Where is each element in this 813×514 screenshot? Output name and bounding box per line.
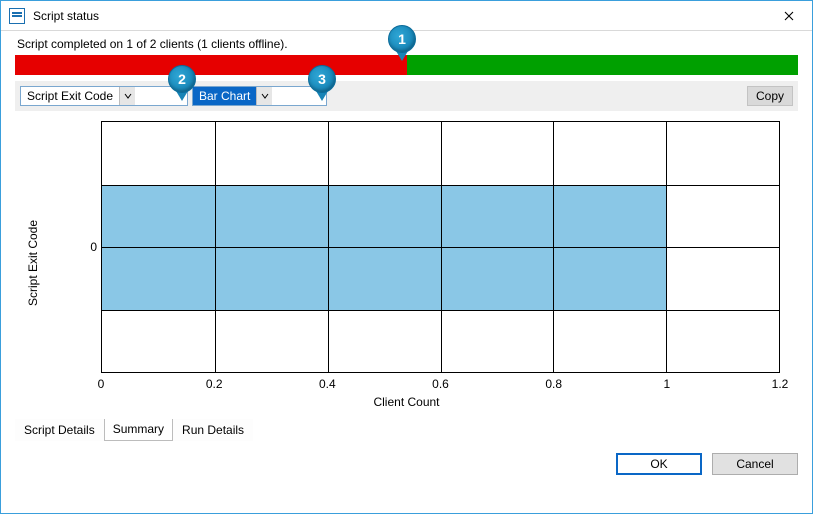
progress-failed-segment — [15, 55, 407, 75]
x-axis-label: Client Count — [373, 395, 439, 409]
grid-line — [102, 310, 779, 311]
window-title: Script status — [33, 9, 99, 23]
app-icon — [9, 8, 25, 24]
tab-run-details[interactable]: Run Details — [173, 419, 253, 441]
grid-line — [328, 122, 329, 372]
x-tick-label: 0.8 — [545, 377, 562, 391]
x-tick-label: 0.4 — [319, 377, 336, 391]
field-dropdown-value: Script Exit Code — [21, 87, 119, 105]
chevron-down-icon — [261, 92, 269, 100]
chart-type-dropdown-value: Bar Chart — [193, 87, 256, 105]
cancel-button[interactable]: Cancel — [712, 453, 798, 475]
ok-button-label: OK — [650, 457, 667, 471]
dialog-button-row: OK Cancel — [1, 443, 812, 485]
progress-bar — [15, 55, 798, 75]
x-axis-ticks: 0 0.2 0.4 0.6 0.8 1 1.2 — [101, 377, 780, 391]
grid-line — [102, 185, 779, 186]
status-text: Script completed on 1 of 2 clients (1 cl… — [15, 31, 798, 55]
y-tick-label: 0 — [90, 240, 97, 254]
x-tick-label: 0.2 — [206, 377, 223, 391]
y-axis-label: Script Exit Code — [26, 220, 40, 306]
grid-line — [441, 122, 442, 372]
chart-type-dropdown[interactable]: Bar Chart — [192, 86, 327, 106]
dropdown-button[interactable] — [119, 87, 135, 105]
titlebar: Script status — [1, 1, 812, 31]
dropdown-button[interactable] — [256, 87, 272, 105]
x-tick-label: 1.2 — [772, 377, 789, 391]
close-icon — [784, 11, 794, 21]
grid-line — [215, 122, 216, 372]
chart-plot — [101, 121, 780, 373]
grid-line — [666, 122, 667, 372]
window-close-button[interactable] — [774, 6, 804, 26]
x-tick-label: 1 — [663, 377, 670, 391]
grid-line — [553, 122, 554, 372]
copy-button[interactable]: Copy — [747, 86, 793, 106]
ok-button[interactable]: OK — [616, 453, 702, 475]
x-tick-label: 0.6 — [432, 377, 449, 391]
x-tick-label: 0 — [98, 377, 105, 391]
tab-script-details[interactable]: Script Details — [15, 419, 104, 441]
chart-toolbar: Script Exit Code Bar Chart Copy — [15, 81, 798, 111]
cancel-button-label: Cancel — [736, 457, 773, 471]
tab-summary[interactable]: Summary — [104, 419, 173, 441]
y-axis-ticks: 0 — [75, 121, 97, 373]
tab-bar: Script Details Summary Run Details — [15, 419, 798, 441]
copy-button-label: Copy — [756, 89, 784, 103]
chart-area: Script Exit Code 0 0 0.2 0.4 0.6 0.8 1 1… — [15, 113, 798, 413]
chevron-down-icon — [124, 92, 132, 100]
field-dropdown[interactable]: Script Exit Code — [20, 86, 188, 106]
